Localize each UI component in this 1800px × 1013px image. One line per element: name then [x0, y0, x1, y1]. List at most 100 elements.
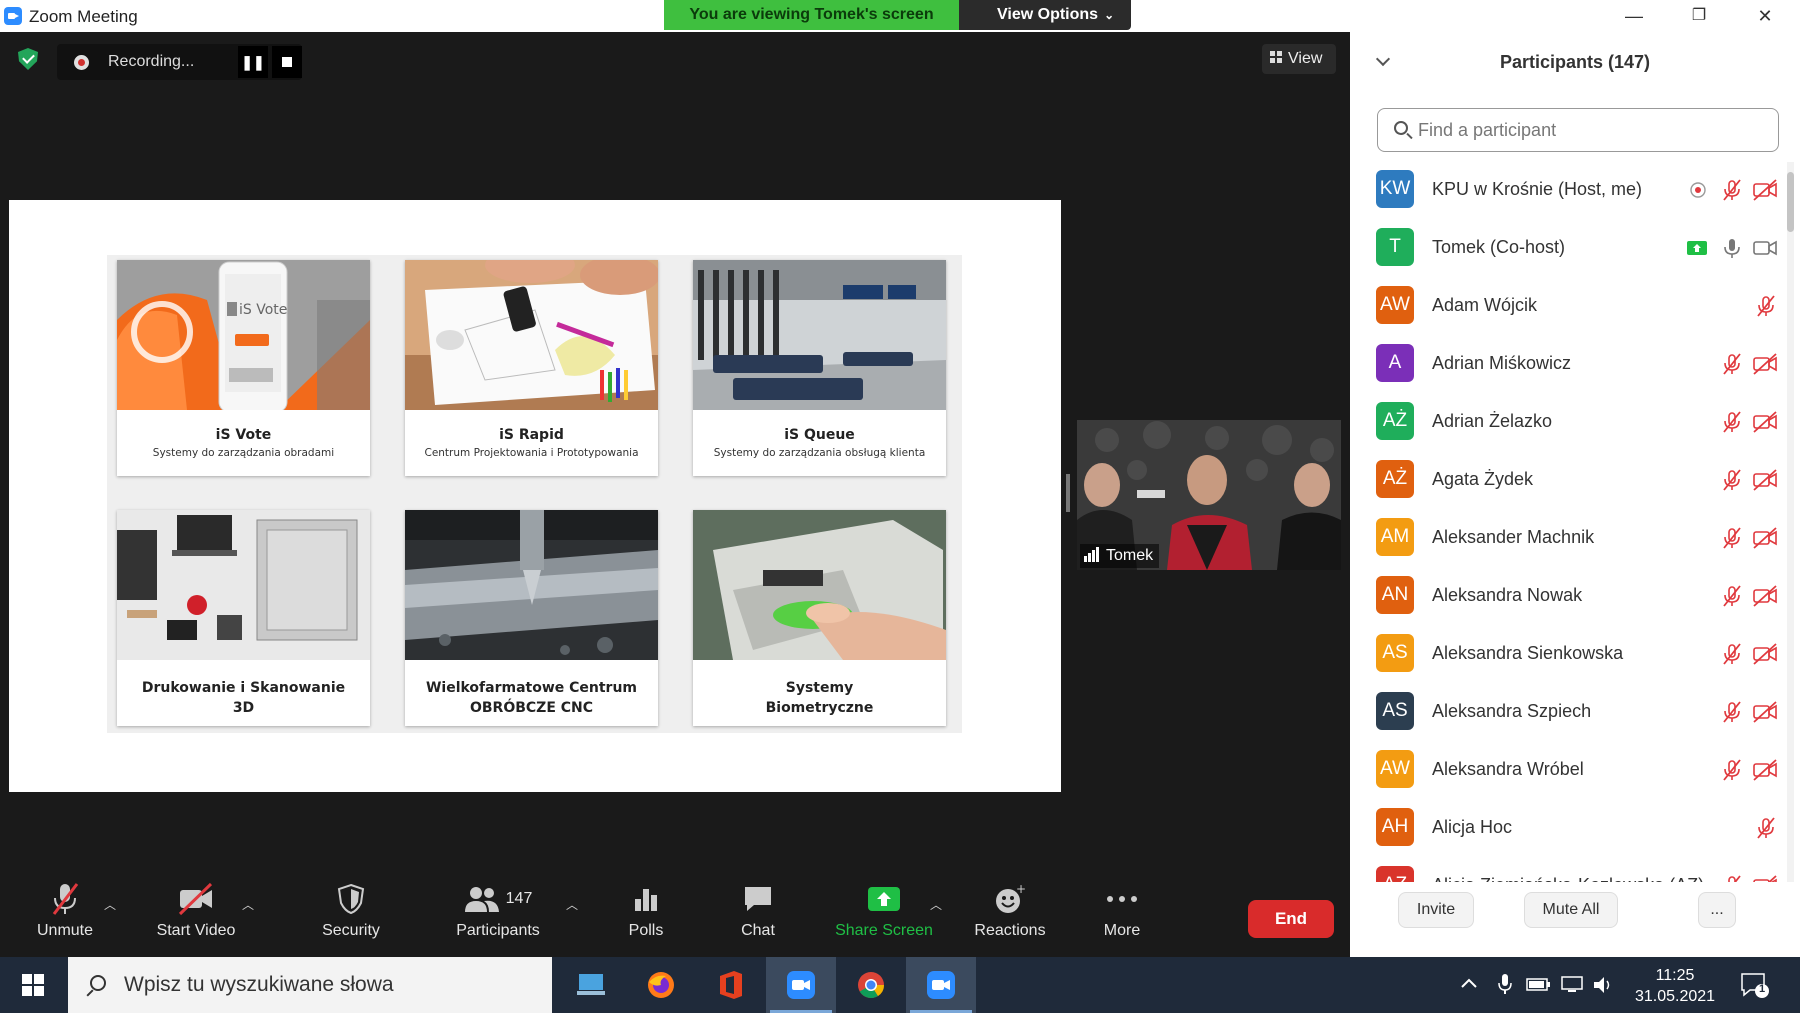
pause-recording-button[interactable]: ❚❚	[238, 46, 268, 78]
participant-name: Alicja Ziemiańska-Kozłowska (AZ)	[1432, 875, 1704, 882]
screen-sharing-icon	[1686, 236, 1710, 260]
show-hidden-icons-icon[interactable]	[1460, 976, 1478, 994]
share-screen-label: Share Screen	[835, 922, 933, 939]
card-biometrics: Systemy Biometryczne	[693, 510, 946, 726]
more-dots-icon	[1092, 882, 1152, 916]
video-off-icon	[148, 882, 244, 916]
volume-icon[interactable]	[1592, 975, 1614, 1013]
mic-icon	[1720, 236, 1744, 260]
mic-muted-icon	[1720, 584, 1744, 608]
meeting-area: Recording... ❚❚ View iS Vote iS Vote Sys…	[0, 32, 1350, 957]
participants-options-caret-icon[interactable]: ︿	[566, 896, 578, 913]
participant-name: Aleksandra Sienkowska	[1432, 643, 1624, 663]
card-title: iS Queue	[784, 427, 855, 443]
minimize-button[interactable]: —	[1614, 4, 1654, 28]
view-button[interactable]: View	[1262, 44, 1336, 74]
windows-start-icon[interactable]	[22, 974, 44, 996]
view-options-label: View Options	[997, 6, 1099, 23]
recording-indicator-icon	[1688, 178, 1712, 202]
recording-bar: Recording... ❚❚	[57, 44, 302, 80]
participant-row[interactable]: KW KPU w Krośnie (Host, me)	[1350, 162, 1782, 220]
participant-search-input[interactable]: Find a participant	[1377, 108, 1779, 152]
network-icon[interactable]	[1560, 975, 1584, 1013]
card-subtitle: Centrum Projektowania i Prototypowania	[424, 447, 639, 459]
viewing-screen-banner: You are viewing Tomek's screen	[664, 0, 959, 30]
participant-row[interactable]: AŻ Adrian Żelazko	[1350, 394, 1782, 452]
close-button[interactable]: ✕	[1745, 4, 1785, 28]
invite-button[interactable]: Invite	[1398, 892, 1474, 928]
avatar: AM	[1376, 518, 1414, 556]
video-off-icon	[1752, 410, 1777, 434]
video-options-caret-icon[interactable]: ︿	[242, 896, 254, 913]
notifications-icon[interactable]: 1	[1740, 971, 1770, 1013]
participant-row[interactable]: AM Aleksander Machnik	[1350, 510, 1782, 568]
scrollbar-thumb[interactable]	[1787, 172, 1794, 232]
participants-button[interactable]: 147 Participants	[448, 882, 548, 940]
reactions-button[interactable]: + Reactions	[966, 882, 1054, 940]
grid-view-icon	[1270, 51, 1282, 64]
participant-row[interactable]: AH Alicja Hoc	[1350, 800, 1782, 858]
participant-row[interactable]: AW Aleksandra Wróbel	[1350, 742, 1782, 800]
participant-row[interactable]: AŻ Agata Żydek	[1350, 452, 1782, 510]
video-icon	[1752, 236, 1777, 260]
participants-icon: 147	[448, 882, 548, 916]
zoom-taskbar-icon[interactable]	[766, 957, 836, 1013]
biometrics-image	[693, 510, 946, 660]
participant-row[interactable]: AS Aleksandra Sienkowska	[1350, 626, 1782, 684]
restore-button[interactable]: ❐	[1679, 4, 1719, 28]
view-options-button[interactable]: View Options ⌄	[959, 0, 1131, 30]
mic-muted-icon	[28, 882, 102, 916]
participant-list[interactable]: KW KPU w Krośnie (Host, me) T Tomek (Co-hos…	[1350, 162, 1782, 882]
participant-row[interactable]: AW Adam Wójcik	[1350, 278, 1782, 336]
video-name-label: Tomek	[1080, 544, 1160, 568]
unmute-button[interactable]: Unmute	[28, 882, 102, 940]
chrome-icon[interactable]	[836, 957, 906, 1013]
battery-icon[interactable]	[1526, 975, 1552, 1013]
taskbar-search-input[interactable]: Wpisz tu wyszukiwane słowa	[68, 957, 552, 1013]
zoom-meeting-taskbar-icon[interactable]	[906, 957, 976, 1013]
participant-list-scrollbar[interactable]	[1787, 162, 1794, 882]
participant-row[interactable]: AS Aleksandra Szpiech	[1350, 684, 1782, 742]
audio-options-caret-icon[interactable]: ︿	[104, 896, 116, 913]
is-queue-image	[693, 260, 946, 410]
taskbar-clock[interactable]: 11:25 31.05.2021	[1620, 965, 1730, 1007]
share-options-caret-icon[interactable]: ︿	[930, 896, 942, 913]
share-screen-button[interactable]: Share Screen	[830, 882, 938, 940]
avatar: A	[1376, 344, 1414, 382]
stop-recording-button[interactable]	[272, 46, 302, 78]
participant-row[interactable]: T Tomek (Co-host)	[1350, 220, 1782, 278]
desktop-app-icon[interactable]	[556, 957, 626, 1013]
security-shield-icon	[314, 882, 388, 916]
video-off-icon	[1752, 700, 1777, 724]
shared-screen: iS Vote iS Vote Systemy do zarządzania o…	[9, 200, 1061, 792]
avatar: AŻ	[1376, 402, 1414, 440]
is-vote-image: iS Vote	[117, 260, 370, 410]
cnc-image	[405, 510, 658, 660]
more-button[interactable]: More	[1092, 882, 1152, 940]
participant-row[interactable]: AN Aleksandra Nowak	[1350, 568, 1782, 626]
card-is-rapid: iS Rapid Centrum Projektowania i Prototy…	[405, 260, 658, 476]
card-title-line1: Systemy	[785, 680, 854, 696]
participant-row[interactable]: A Adrian Miśkowicz	[1350, 336, 1782, 394]
encryption-shield-icon[interactable]	[18, 48, 38, 70]
start-video-button[interactable]: Start Video	[148, 882, 244, 940]
mute-all-button[interactable]: Mute All	[1524, 892, 1618, 928]
participant-name: Alicja Hoc	[1432, 817, 1513, 837]
security-button[interactable]: Security	[314, 882, 388, 940]
firefox-icon[interactable]	[626, 957, 696, 1013]
reactions-label: Reactions	[974, 922, 1046, 939]
polls-button[interactable]: Polls	[616, 882, 676, 940]
resize-handle[interactable]	[1066, 474, 1070, 512]
participant-row[interactable]: AZ Alicja Ziemiańska-Kozłowska (AZ)	[1350, 858, 1782, 882]
mic-muted-icon	[1720, 758, 1744, 782]
mic-muted-icon	[1720, 468, 1744, 492]
card-is-vote: iS Vote iS Vote Systemy do zarządzania o…	[117, 260, 370, 476]
mic-muted-icon	[1720, 874, 1744, 882]
is-vote-phone-label: iS Vote	[239, 302, 287, 318]
microphone-tray-icon[interactable]	[1498, 973, 1512, 1013]
office-icon[interactable]	[696, 957, 766, 1013]
chat-button[interactable]: Chat	[728, 882, 788, 940]
end-meeting-button[interactable]: End	[1248, 900, 1334, 938]
panel-more-button[interactable]: ...	[1698, 892, 1736, 928]
card-title-line1: Drukowanie i Skanowanie	[141, 680, 346, 696]
